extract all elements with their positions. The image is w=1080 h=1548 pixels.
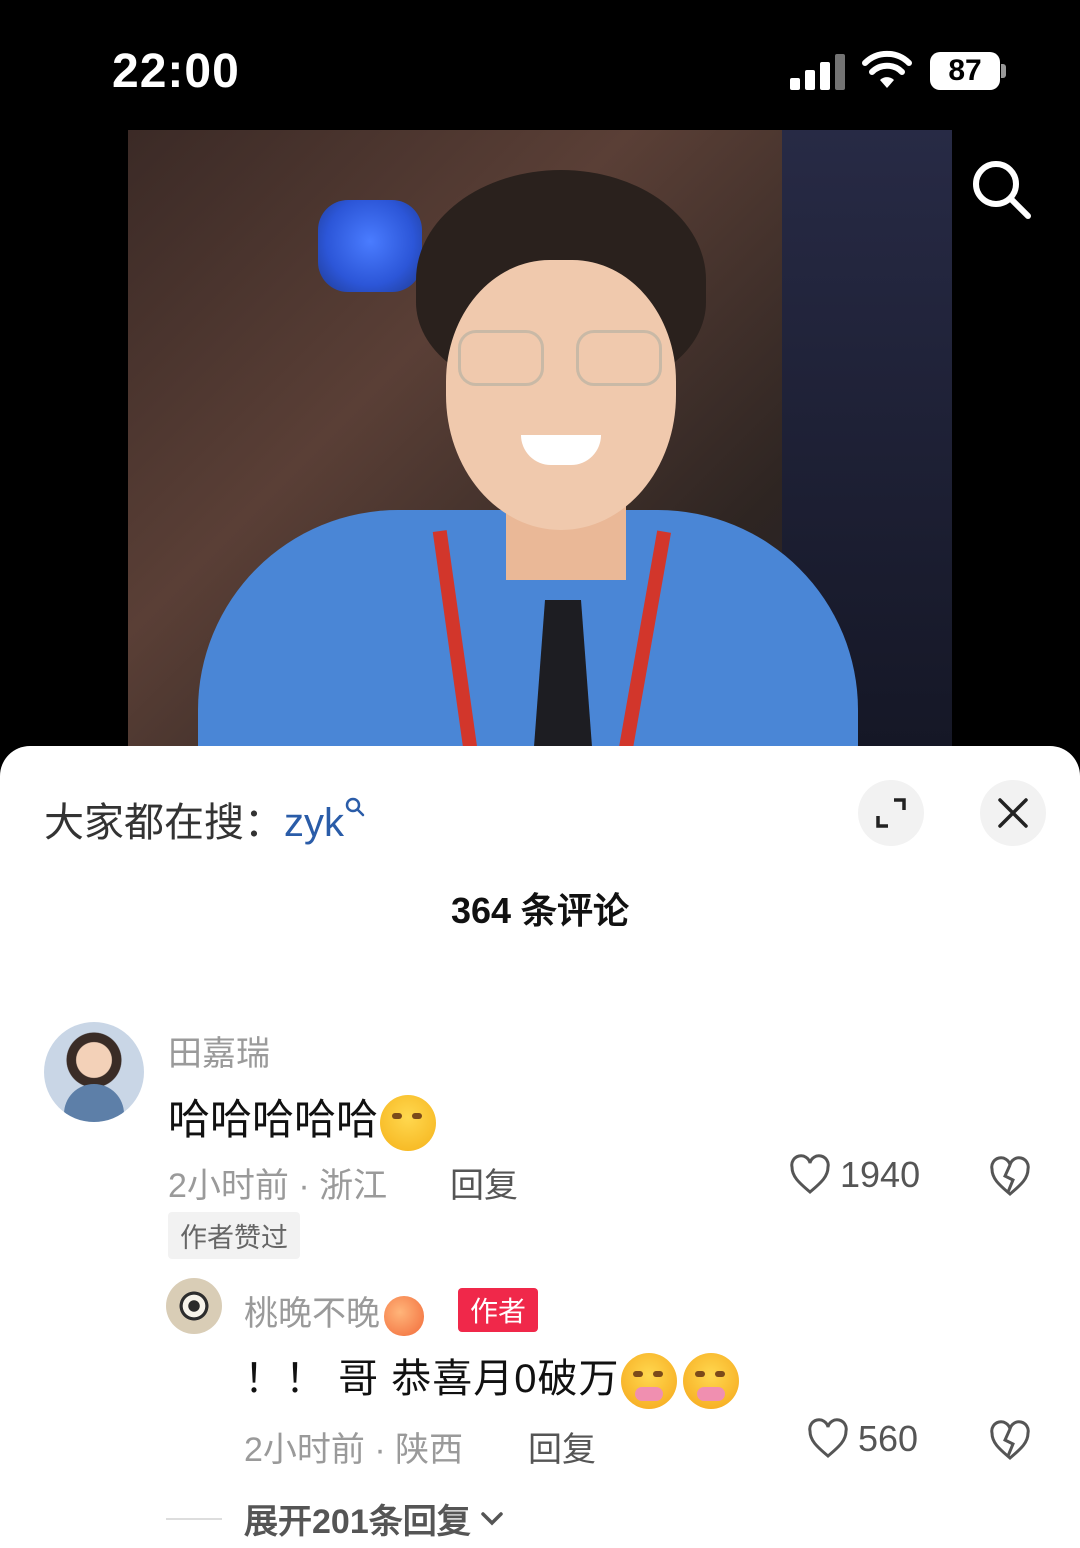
signal-icon	[790, 54, 846, 90]
search-icon[interactable]	[968, 156, 1034, 222]
expand-icon	[876, 798, 906, 828]
reply-reply-button[interactable]: 回复	[528, 1422, 596, 1471]
reply-author-name: 桃晚不晚	[244, 1295, 380, 1333]
crying-emoji-icon	[621, 1353, 678, 1410]
comment-author[interactable]: 田嘉瑞	[168, 1026, 270, 1075]
like-count: 1940	[840, 1154, 921, 1195]
search-suggestion[interactable]: 大家都在搜：zyk	[44, 790, 366, 848]
close-icon	[998, 798, 1028, 828]
expand-replies-button[interactable]: 展开201条回复	[166, 1494, 507, 1543]
video-player[interactable]	[128, 130, 952, 746]
comment-count: 364 条评论	[450, 890, 630, 931]
status-bar: 22:00 87	[0, 0, 1080, 130]
dislike-icon[interactable]	[988, 1156, 1032, 1198]
peach-emoji-icon	[384, 1296, 424, 1337]
heart-icon	[790, 1154, 830, 1194]
status-time: 22:00	[112, 45, 240, 98]
avatar[interactable]	[44, 1022, 144, 1122]
author-liked-badge: 作者赞过	[168, 1212, 300, 1259]
chevron-down-icon	[480, 1511, 503, 1525]
comment-meta: 2小时前 · 浙江	[168, 1167, 388, 1205]
wifi-icon	[862, 50, 912, 88]
reply-avatar[interactable]	[166, 1278, 222, 1334]
search-keyword[interactable]: zyk	[284, 801, 344, 845]
comment-text-content: 哈哈哈哈哈	[168, 1096, 379, 1143]
reply-author[interactable]: 桃晚不晚	[244, 1286, 424, 1337]
search-prefix: 大家都在搜：	[44, 801, 284, 845]
reply-button[interactable]: 回复	[450, 1158, 518, 1207]
battery-icon: 87	[930, 52, 1006, 90]
expand-replies-label: 展开201条回复	[244, 1503, 471, 1541]
like-button[interactable]: 1940	[788, 1154, 920, 1196]
emoji-icon	[380, 1094, 437, 1151]
comment-sheet: 大家都在搜：zyk 364 条评论 田嘉瑞 哈哈哈哈哈 2小时前 · 浙江 回复…	[0, 746, 1080, 1548]
expand-button[interactable]	[858, 780, 924, 846]
reply-text: ！！ 哥 恭喜月0破万	[244, 1346, 740, 1410]
battery-level: 87	[930, 52, 1000, 90]
reply-dislike-icon[interactable]	[988, 1420, 1032, 1462]
person-face	[446, 260, 676, 530]
reply-like-count: 560	[858, 1418, 919, 1459]
heart-icon	[808, 1418, 848, 1458]
crying-emoji-icon	[683, 1353, 740, 1410]
reply-text-content: ！！ 哥 恭喜月0破万	[244, 1357, 620, 1401]
comment-text: 哈哈哈哈哈	[168, 1086, 437, 1151]
divider	[166, 1517, 222, 1520]
author-badge: 作者	[458, 1288, 539, 1332]
close-button[interactable]	[980, 780, 1046, 846]
search-small-icon	[345, 797, 365, 817]
reply-like-button[interactable]: 560	[806, 1418, 918, 1460]
show-logo	[318, 200, 422, 292]
reply-meta: 2小时前 · 陕西	[244, 1431, 464, 1469]
